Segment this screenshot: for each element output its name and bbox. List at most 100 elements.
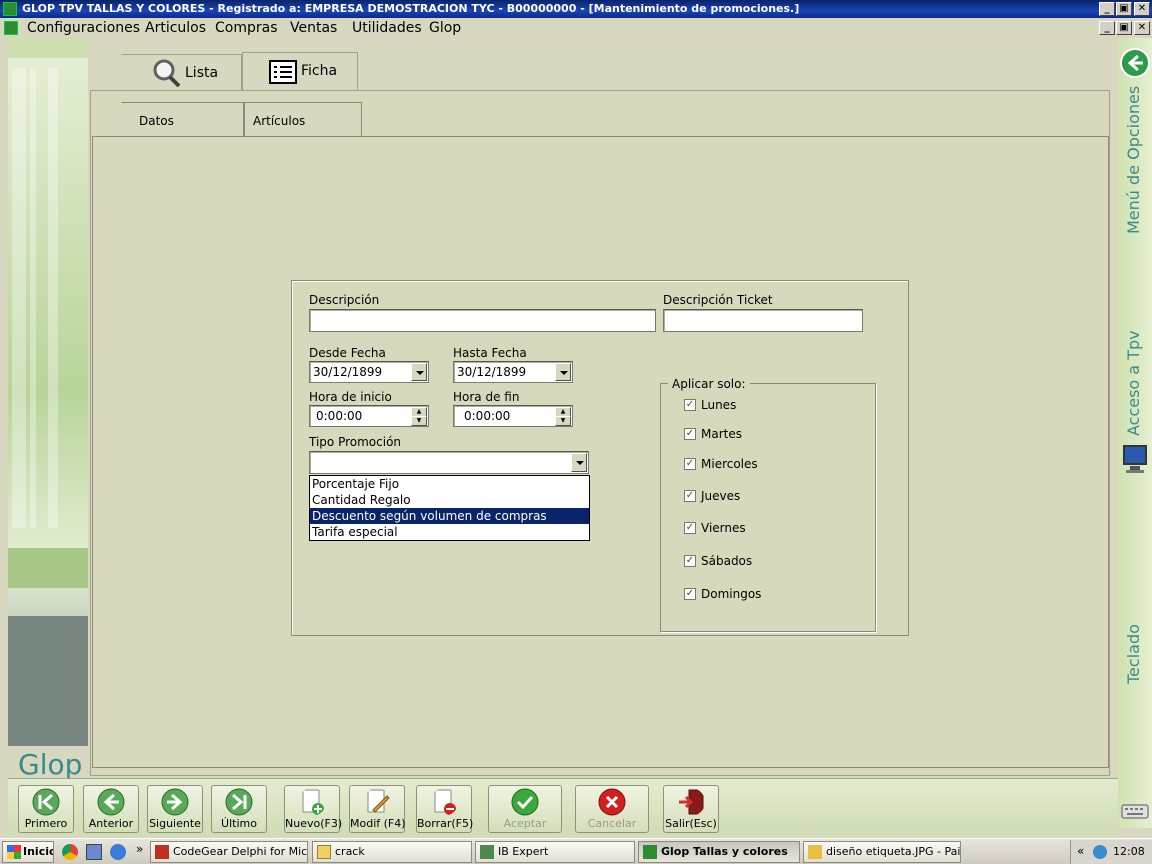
cancelar-button[interactable]: Cancelar	[575, 785, 649, 833]
menu-bar: Configuraciones Articulos Compras Ventas…	[0, 18, 1152, 38]
menu-utilidades[interactable]: Utilidades	[352, 20, 422, 36]
hasta-fecha-dropdown-icon[interactable]	[555, 363, 571, 381]
menu-glop[interactable]: Glop	[429, 20, 461, 36]
salir-button[interactable]: Salir(Esc)	[663, 785, 719, 833]
minimize-button[interactable]: _	[1099, 2, 1115, 16]
desde-fecha-dropdown-icon[interactable]	[411, 363, 427, 381]
tipo-promocion-list: Porcentaje Fijo Cantidad Regalo Descuent…	[309, 475, 590, 541]
viernes-checkbox[interactable]: ✓	[684, 522, 696, 534]
borrar-button[interactable]: Borrar(F5)	[416, 785, 474, 833]
descripcion-input[interactable]	[309, 309, 656, 332]
martes-checkbox[interactable]: ✓	[684, 428, 696, 440]
new-document-icon	[302, 789, 324, 815]
task-glop[interactable]: Glop Tallas y colores	[638, 841, 800, 863]
desktop-icon[interactable]	[86, 844, 102, 860]
lunes-checkbox[interactable]: ✓	[684, 399, 696, 411]
menu-articulos[interactable]: Articulos	[145, 20, 206, 36]
ultimo-label: Último	[221, 817, 257, 830]
tab-articulos-promocion[interactable]: Artículos promoc...	[244, 102, 362, 164]
exit-door-icon	[679, 789, 704, 815]
network-icon[interactable]	[1093, 845, 1107, 859]
tray-expand-icon[interactable]: «	[1077, 844, 1084, 858]
siguiente-button[interactable]: Siguiente	[147, 785, 203, 833]
viernes-label: Viernes	[701, 521, 746, 535]
task-paint[interactable]: diseño etiqueta.JPG - Paint	[803, 841, 961, 863]
domingos-label: Domingos	[701, 587, 762, 601]
jueves-checkbox[interactable]: ✓	[684, 490, 696, 502]
first-record-icon	[32, 788, 60, 816]
hasta-fecha-picker[interactable]: 30/12/1899	[453, 361, 573, 383]
modif-label: Modif (F4)	[350, 817, 406, 830]
aceptar-button[interactable]: Aceptar	[488, 785, 562, 833]
descripcion-label: Descripción	[309, 293, 380, 307]
hora-fin-label: Hora de fin	[453, 390, 520, 404]
miercoles-label: Miercoles	[701, 457, 758, 471]
nuevo-button[interactable]: Nuevo(F3)	[284, 785, 342, 833]
menu-ventas[interactable]: Ventas	[290, 20, 337, 36]
hora-fin-input[interactable]: 0:00:00 ▲ ▼	[453, 405, 573, 427]
start-button[interactable]: Inicio	[2, 841, 54, 863]
back-arrow-icon[interactable]	[1120, 48, 1150, 78]
teclado-link[interactable]: Teclado	[1124, 624, 1143, 684]
keyboard-icon[interactable]	[1121, 802, 1149, 820]
tab-ficha[interactable]: Ficha	[242, 52, 358, 92]
taskbar: Inicio » CodeGear Delphi for Micr... cra…	[0, 838, 1152, 864]
sabados-checkbox[interactable]: ✓	[684, 555, 696, 567]
ie-icon[interactable]	[110, 844, 126, 860]
task-codegear[interactable]: CodeGear Delphi for Micr...	[150, 841, 308, 863]
tipo-option-porcentaje-fijo[interactable]: Porcentaje Fijo	[310, 476, 589, 492]
task-glop-label: Glop Tallas y colores	[661, 845, 788, 858]
mdi-minimize-button[interactable]: _	[1099, 21, 1115, 35]
desde-fecha-label: Desde Fecha	[309, 346, 386, 360]
hora-inicio-down-icon[interactable]: ▼	[411, 416, 427, 426]
restore-button[interactable]: ▣	[1116, 2, 1132, 16]
modif-button[interactable]: Modif (F4)	[349, 785, 406, 833]
title-bar: GLOP TPV TALLAS Y COLORES - Registrado a…	[0, 0, 1152, 18]
borrar-label: Borrar(F5)	[417, 817, 474, 830]
cancel-x-icon	[598, 788, 626, 816]
tipo-option-descuento-volumen[interactable]: Descuento según volumen de compras	[310, 508, 589, 524]
acceso-tpv-link[interactable]: Acceso a Tpv	[1124, 330, 1143, 436]
hora-fin-down-icon[interactable]: ▼	[555, 416, 571, 426]
tipo-option-tarifa-especial[interactable]: Tarifa especial	[310, 524, 589, 540]
lunes-label: Lunes	[701, 398, 737, 412]
menu-configuraciones[interactable]: Configuraciones	[27, 20, 140, 36]
salir-label: Salir(Esc)	[665, 817, 717, 830]
menu-compras[interactable]: Compras	[215, 20, 278, 36]
tipo-promocion-dropdown-icon[interactable]	[571, 453, 587, 472]
descripcion-ticket-input[interactable]	[663, 309, 863, 332]
quicklaunch-more-icon[interactable]: »	[136, 842, 143, 856]
clock: 12:08	[1113, 845, 1145, 858]
tipo-promocion-select[interactable]	[309, 451, 589, 474]
primero-button[interactable]: Primero	[18, 785, 74, 833]
monitor-icon[interactable]	[1122, 444, 1148, 476]
task-ibexpert[interactable]: IB Expert	[475, 841, 635, 863]
desde-fecha-picker[interactable]: 30/12/1899	[309, 361, 429, 383]
primero-label: Primero	[24, 817, 68, 830]
ultimo-button[interactable]: Último	[211, 785, 267, 833]
mdi-close-button[interactable]: ✕	[1134, 21, 1150, 35]
cancelar-label: Cancelar	[587, 817, 637, 830]
ibexpert-icon	[480, 845, 494, 859]
next-record-icon	[161, 788, 189, 816]
tab-lista[interactable]: Lista	[92, 54, 242, 92]
aceptar-label: Aceptar	[503, 817, 547, 830]
hora-inicio-input[interactable]: 0:00:00 ▲ ▼	[309, 405, 429, 427]
right-sidebar: Menú de Opciones Acceso a Tpv Teclado	[1118, 38, 1152, 828]
anterior-button[interactable]: Anterior	[83, 785, 139, 833]
hasta-fecha-value: 30/12/1899	[457, 365, 527, 379]
miercoles-checkbox[interactable]: ✓	[684, 458, 696, 470]
mdi-restore-button[interactable]: ▣	[1116, 21, 1132, 35]
task-crack[interactable]: crack	[312, 841, 472, 863]
menu-opciones-link[interactable]: Menú de Opciones	[1124, 86, 1143, 234]
siguiente-label: Siguiente	[149, 817, 201, 830]
system-tray: « 12:08	[1070, 840, 1152, 864]
close-button[interactable]: ✕	[1134, 2, 1150, 16]
chrome-icon[interactable]	[62, 844, 78, 860]
accept-check-icon	[511, 788, 539, 816]
tipo-option-cantidad-regalo[interactable]: Cantidad Regalo	[310, 492, 589, 508]
hora-inicio-value: 0:00:00	[316, 409, 363, 423]
tab-datos-generales[interactable]: Datos Generales	[96, 102, 244, 138]
domingos-checkbox[interactable]: ✓	[684, 588, 696, 600]
magnifier-icon	[153, 59, 181, 88]
